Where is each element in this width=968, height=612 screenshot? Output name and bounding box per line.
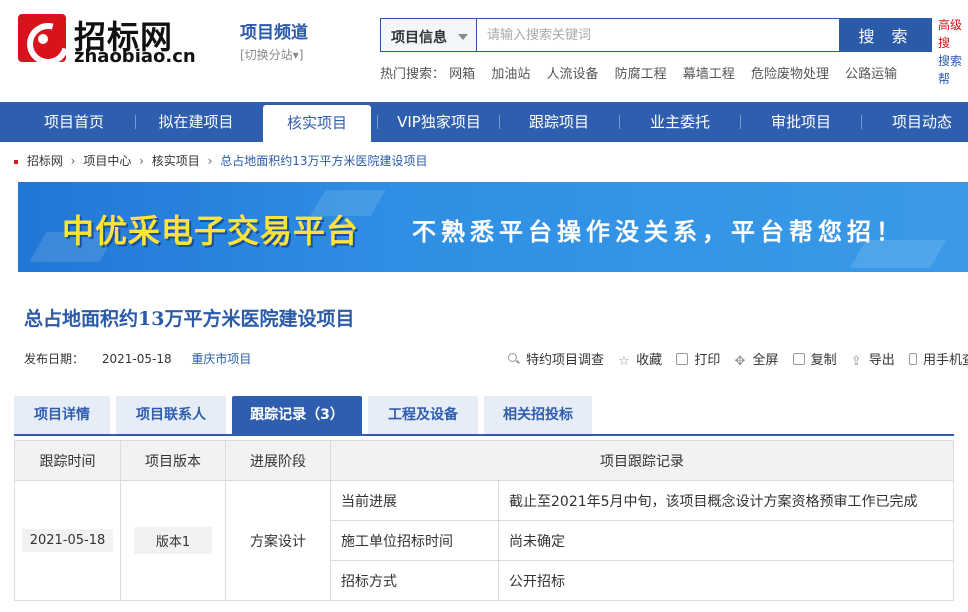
column-header: 项目版本	[120, 440, 226, 481]
copy-icon	[792, 353, 805, 365]
banner-subtitle: 不熟悉平台操作没关系，平台帮您招！	[412, 218, 905, 246]
hot-keyword[interactable]: 防腐工程	[615, 67, 667, 82]
switch-site-link[interactable]: [切换分站▾]	[240, 46, 308, 63]
survey-button[interactable]: 特约项目调查	[508, 349, 604, 368]
nav-item-planned[interactable]: 拟在建项目	[136, 102, 256, 142]
breadcrumb-item[interactable]: 项目中心	[83, 154, 131, 168]
channel-title: 项目频道	[240, 23, 308, 43]
search-help-link[interactable]: 搜索帮	[938, 52, 968, 88]
survey-label: 特约项目调查	[526, 353, 605, 368]
main-nav: 项目首页 拟在建项目 核实项目 VIP独家项目 跟踪项目 业主委托 审批项目 项…	[0, 102, 968, 145]
nav-item-vip[interactable]: VIP独家项目	[378, 102, 500, 142]
chevron-right-icon: ›	[207, 154, 213, 168]
breadcrumb-current[interactable]: 总占地面积约13万平方米医院建设项目	[220, 154, 427, 168]
favorite-label: 收藏	[636, 353, 663, 368]
project-meta: 发布日期： 2021-05-18 重庆市项目	[24, 350, 251, 367]
hot-search-label: 热门搜索：	[380, 67, 446, 82]
printer-icon	[676, 353, 689, 365]
tab-contacts[interactable]: 项目联系人	[116, 396, 226, 434]
hot-keyword[interactable]: 加油站	[491, 67, 530, 82]
site-logo[interactable]: 招标网 zhaobiao.cn	[18, 14, 196, 70]
fullscreen-label: 全屏	[752, 353, 779, 368]
search-type-select[interactable]: 项目信息	[380, 18, 476, 52]
magnifier-icon	[508, 353, 520, 365]
detail-tabs: 项目详情 项目联系人 跟踪记录（3） 工程及设备 相关招投标	[14, 396, 954, 436]
star-icon: ☆	[618, 354, 630, 369]
hot-search: 热门搜索： 网箱 加油站 人流设备 防腐工程 幕墙工程 危险废物处理 公路运输	[380, 63, 909, 82]
column-header: 进展阶段	[225, 440, 331, 481]
search-input[interactable]	[476, 18, 840, 52]
search-bar: 项目信息 搜 索	[380, 18, 932, 52]
nav-item-news[interactable]: 项目动态	[862, 102, 968, 142]
chevron-right-icon: ›	[70, 154, 76, 168]
favorite-button[interactable]: ☆ 收藏	[618, 349, 662, 368]
fullscreen-button[interactable]: ✥ 全屏	[734, 349, 779, 369]
hot-keyword[interactable]: 危险废物处理	[751, 67, 829, 82]
breadcrumb-item[interactable]: 核实项目	[152, 154, 200, 168]
record-value: 公开招标	[498, 560, 954, 601]
record-label: 招标方式	[330, 560, 499, 601]
nav-item-tracking[interactable]: 跟踪项目	[500, 102, 618, 142]
nav-item-approval[interactable]: 审批项目	[741, 102, 861, 142]
bullet-icon	[14, 159, 18, 164]
version-cell: 版本1	[120, 480, 226, 601]
record-label: 施工单位招标时间	[330, 520, 499, 561]
banner-title: 中优采电子交易平台	[62, 212, 360, 250]
tab-details[interactable]: 项目详情	[14, 396, 110, 434]
channel-block: 项目频道 [切换分站▾]	[240, 18, 308, 63]
tab-related-bids[interactable]: 相关招投标	[484, 396, 592, 434]
phone-icon	[908, 353, 917, 365]
logo-mark-icon	[18, 14, 66, 62]
table-header-row: 跟踪时间 项目版本 进展阶段 项目跟踪记录	[14, 440, 954, 481]
hot-keyword[interactable]: 网箱	[449, 67, 475, 82]
region-link[interactable]: 重庆市项目	[191, 352, 251, 366]
site-header: 招标网 zhaobiao.cn 项目频道 [切换分站▾] 项目信息 搜 索 高级…	[0, 0, 968, 102]
search-button[interactable]: 搜 索	[840, 18, 932, 52]
copy-label: 复制	[810, 353, 837, 368]
tab-tracking-records[interactable]: 跟踪记录（3）	[232, 396, 362, 434]
logo-en-text: zhaobiao.cn	[74, 46, 196, 67]
breadcrumb: 招标网 › 项目中心 › 核实项目 › 总占地面积约13万平方米医院建设项目	[14, 152, 428, 169]
hot-keyword[interactable]: 公路运输	[845, 67, 897, 82]
publish-label: 发布日期：	[24, 352, 85, 366]
record-label: 当前进展	[330, 480, 499, 521]
nav-item-verified[interactable]: 核实项目	[263, 105, 371, 145]
publish-date: 2021-05-18	[101, 352, 172, 366]
print-button[interactable]: 打印	[676, 349, 720, 368]
hot-keyword[interactable]: 幕墙工程	[683, 67, 735, 82]
version: 版本1	[133, 527, 213, 554]
ad-banner[interactable]: 中优采电子交易平台 不熟悉平台操作没关系，平台帮您招！	[18, 182, 968, 272]
search-type-label: 项目信息	[391, 30, 447, 46]
copy-button[interactable]: 复制	[792, 349, 837, 368]
export-button[interactable]: ⇪ 导出	[850, 349, 895, 369]
track-time-cell: 2021-05-18	[14, 480, 121, 601]
column-header: 项目跟踪记录	[330, 440, 954, 481]
mobile-view-button[interactable]: 用手机查看	[908, 349, 968, 368]
table-row: 2021-05-18 版本1 方案设计 当前进展 截止至2021年5月中旬，该项…	[14, 480, 954, 601]
export-icon: ⇪	[850, 354, 862, 369]
nav-item-home[interactable]: 项目首页	[14, 102, 134, 142]
track-time: 2021-05-18	[21, 529, 114, 552]
tracking-table: 跟踪时间 项目版本 进展阶段 项目跟踪记录 2021-05-18 版本1 方案设…	[14, 440, 954, 601]
chevron-right-icon: ›	[139, 154, 144, 168]
advanced-search-link[interactable]: 高级搜	[938, 16, 968, 52]
chevron-down-icon	[458, 34, 468, 40]
nav-item-owner-commission[interactable]: 业主委托	[620, 102, 740, 142]
record-value: 尚未确定	[498, 520, 954, 561]
hot-keyword[interactable]: 人流设备	[546, 67, 598, 82]
record-value: 截止至2021年5月中旬，该项目概念设计方案资格预审工作已完成	[498, 480, 954, 521]
project-toolbar: 特约项目调查 ☆ 收藏 打印 ✥ 全屏 复制 ⇪ 导出 用手机查看	[508, 349, 968, 369]
mobile-label: 用手机查看	[922, 353, 968, 368]
export-label: 导出	[868, 353, 895, 368]
print-label: 打印	[694, 353, 721, 368]
tab-engineering-equipment[interactable]: 工程及设备	[368, 396, 478, 434]
fullscreen-icon: ✥	[734, 354, 746, 369]
page-title: 总占地面积约13万平方米医院建设项目	[24, 308, 355, 330]
column-header: 跟踪时间	[14, 440, 121, 481]
breadcrumb-item[interactable]: 招标网	[27, 154, 63, 168]
advanced-search-links: 高级搜 搜索帮	[938, 16, 968, 88]
stage-cell: 方案设计	[225, 480, 331, 601]
